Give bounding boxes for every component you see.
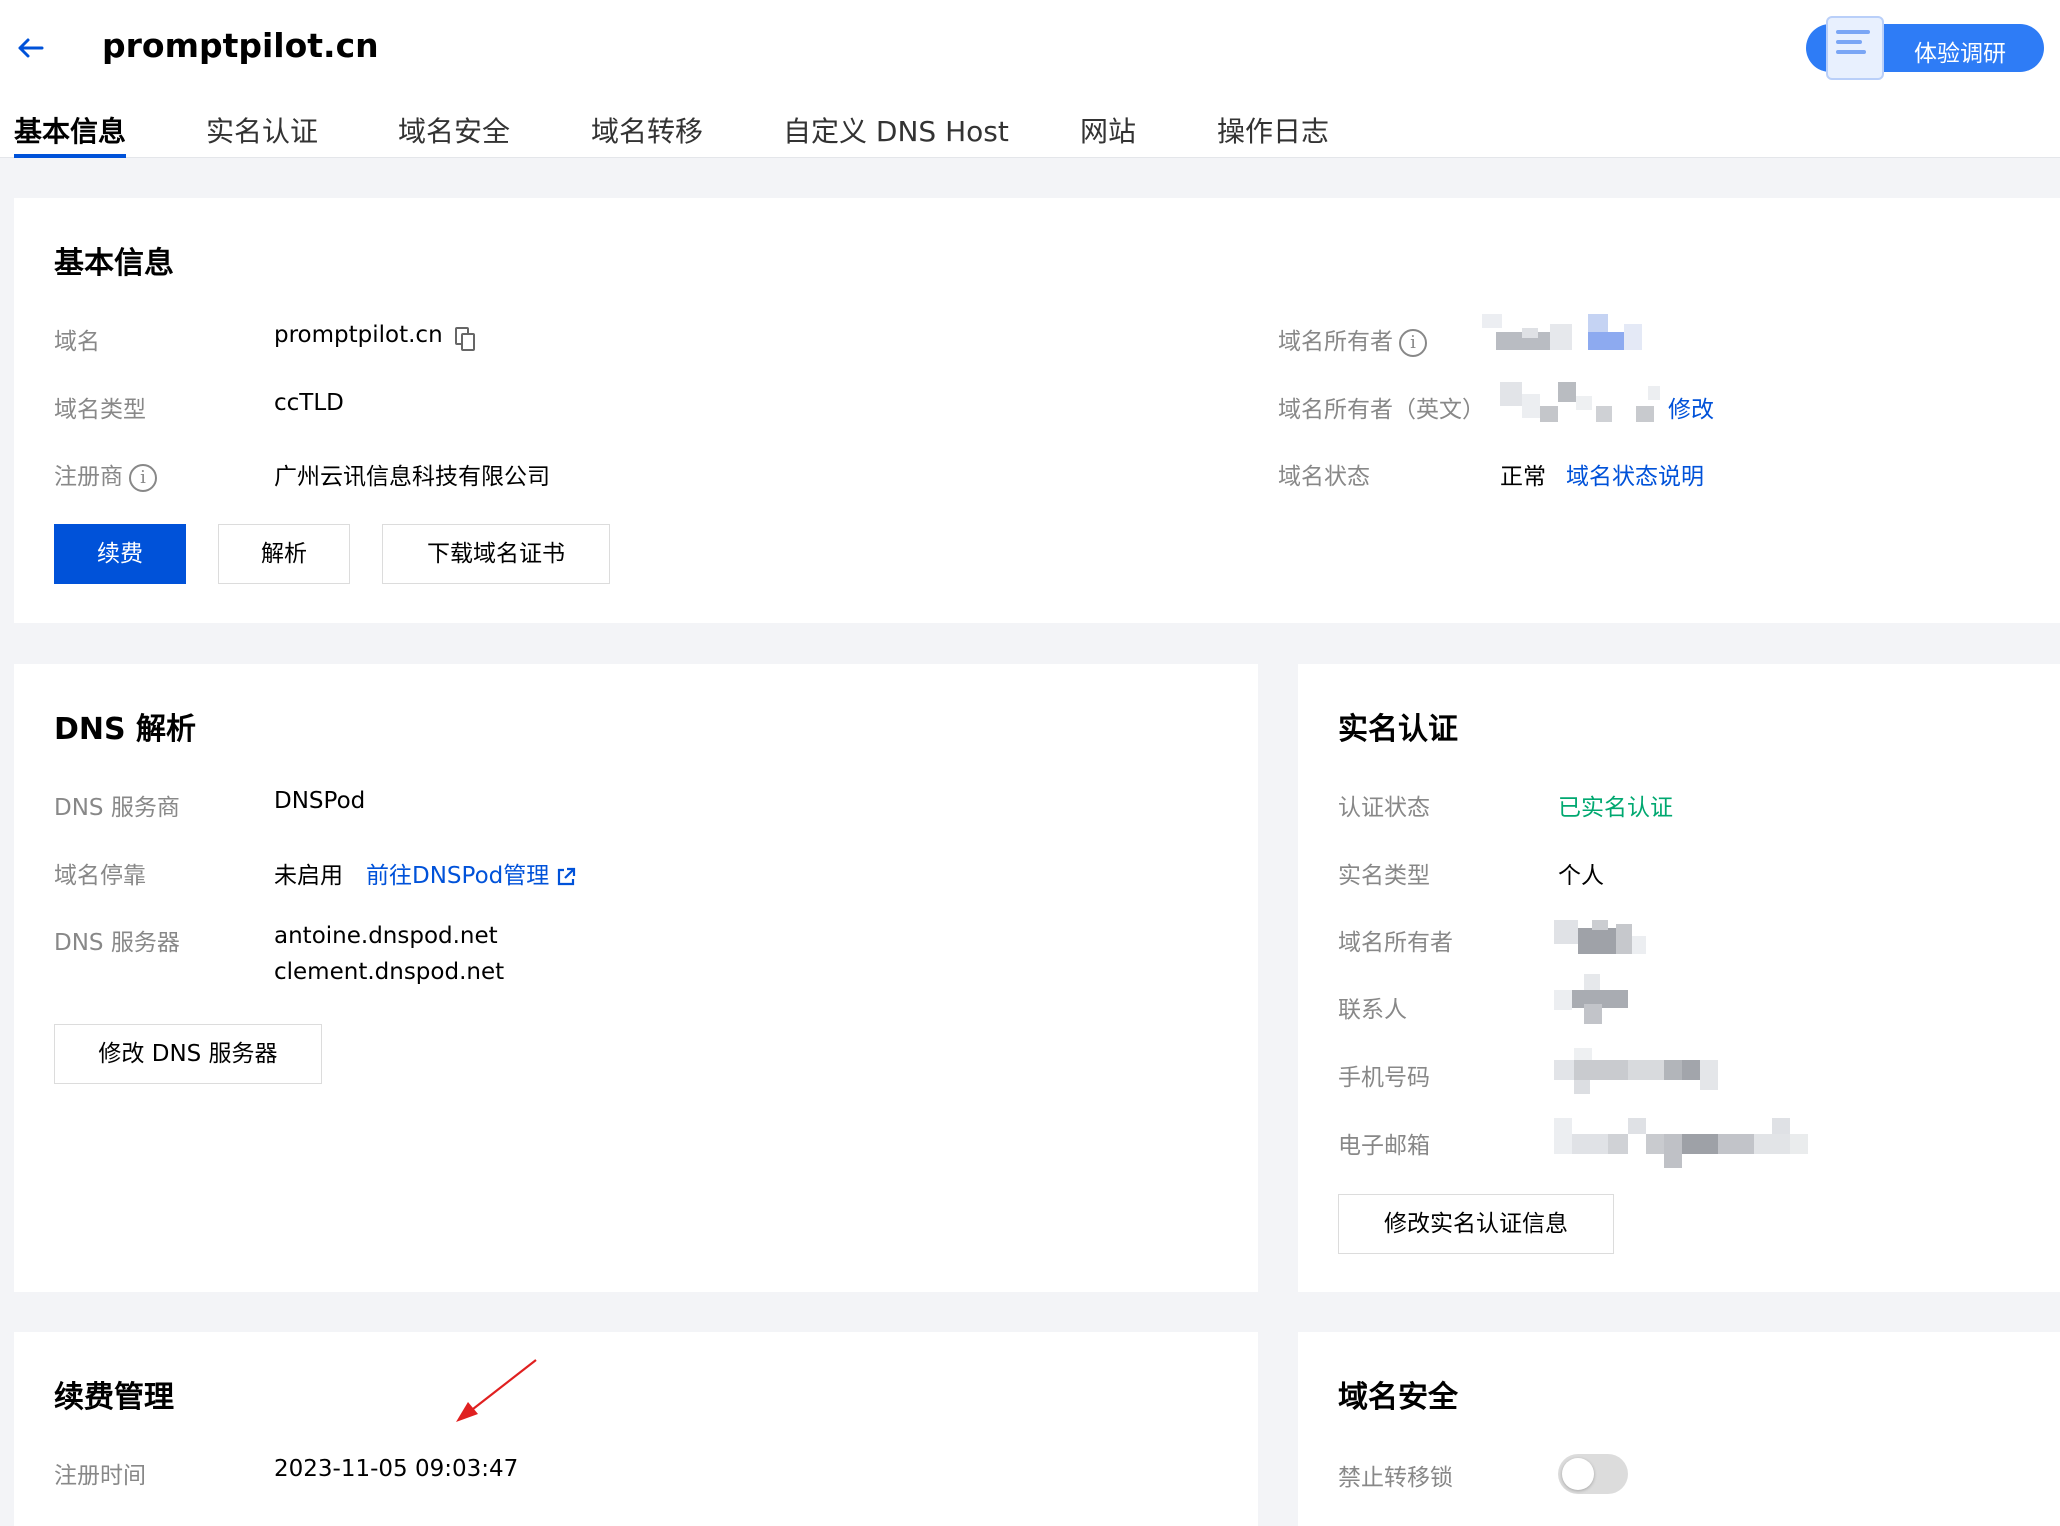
tab-domain-security[interactable]: 域名安全 bbox=[398, 110, 510, 150]
tab-custom-dns-host[interactable]: 自定义 DNS Host bbox=[783, 110, 1009, 150]
tab-basic-info[interactable]: 基本信息 bbox=[14, 110, 126, 150]
active-tab-indicator bbox=[14, 154, 126, 158]
register-time-value: 2023-11-05 09:03:47 bbox=[274, 1456, 519, 1482]
owner-en-redacted bbox=[1500, 382, 1660, 424]
email-label: 电子邮箱 bbox=[1338, 1133, 1430, 1159]
tab-real-name[interactable]: 实名认证 bbox=[206, 110, 318, 150]
transfer-lock-label: 禁止转移锁 bbox=[1338, 1465, 1453, 1491]
registrar-label-text: 注册商 bbox=[54, 464, 123, 490]
edit-real-name-button[interactable]: 修改实名认证信息 bbox=[1338, 1194, 1614, 1254]
domain-value: promptpilot.cn bbox=[274, 322, 475, 351]
dnspod-manage-text: 前往DNSPod管理 bbox=[366, 863, 550, 889]
card-title: 基本信息 bbox=[54, 246, 174, 281]
real-name-card: 实名认证 认证状态 已实名认证 实名类型 个人 域名所有者 联系人 手机号码 电… bbox=[1298, 664, 2060, 1292]
domain-type-value: ccTLD bbox=[274, 390, 344, 416]
survey-label: 体验调研 bbox=[1914, 41, 2006, 67]
external-link-icon bbox=[558, 867, 576, 885]
dns-server-2: clement.dnspod.net bbox=[274, 959, 505, 985]
card-title: 实名认证 bbox=[1338, 712, 1458, 747]
domain-text: promptpilot.cn bbox=[274, 322, 443, 348]
card-title: DNS 解析 bbox=[54, 712, 197, 747]
download-cert-button[interactable]: 下载域名证书 bbox=[382, 524, 610, 584]
top-bar: promptpilot.cn 体验调研 基本信息 实名认证 域名安全 域名转移 … bbox=[0, 0, 2060, 158]
renewal-card: 续费管理 注册时间 2023-11-05 09:03:47 bbox=[14, 1332, 1258, 1526]
domain-parking-value: 未启用 bbox=[274, 863, 343, 889]
dns-provider-value: DNSPod bbox=[274, 788, 366, 814]
edit-owner-link[interactable]: 修改 bbox=[1668, 390, 1714, 424]
email-redacted bbox=[1554, 1118, 1808, 1168]
register-time-label: 注册时间 bbox=[54, 1463, 146, 1489]
registrar-value: 广州云讯信息科技有限公司 bbox=[274, 464, 550, 490]
page-title: promptpilot.cn bbox=[102, 26, 379, 65]
owner-label: 域名所有者 i bbox=[1278, 322, 1427, 357]
auth-type-value: 个人 bbox=[1558, 863, 1604, 889]
tab-website[interactable]: 网站 bbox=[1080, 110, 1136, 150]
domain-status-help-link[interactable]: 域名状态说明 bbox=[1566, 457, 1704, 491]
domain-type-label: 域名类型 bbox=[54, 397, 146, 423]
survey-button[interactable]: 体验调研 bbox=[1806, 16, 2044, 80]
arrow-left-icon[interactable] bbox=[14, 32, 46, 64]
domain-label: 域名 bbox=[54, 329, 100, 355]
dns-provider-label: DNS 服务商 bbox=[54, 795, 180, 821]
owner-label-text: 域名所有者 bbox=[1278, 329, 1393, 355]
info-icon[interactable]: i bbox=[129, 463, 157, 492]
domain-status-value: 正常 bbox=[1500, 464, 1546, 490]
contact-redacted bbox=[1554, 974, 1630, 1024]
auth-status-value: 已实名认证 bbox=[1558, 795, 1673, 821]
rn-owner-redacted bbox=[1554, 920, 1646, 956]
domain-status-label: 域名状态 bbox=[1278, 464, 1370, 490]
phone-redacted bbox=[1554, 1048, 1718, 1096]
auth-status-label: 认证状态 bbox=[1338, 795, 1430, 821]
annotation-arrow-icon bbox=[456, 1359, 537, 1422]
edit-dns-servers-button[interactable]: 修改 DNS 服务器 bbox=[54, 1024, 322, 1084]
resolve-button[interactable]: 解析 bbox=[218, 524, 350, 584]
dns-server-1: antoine.dnspod.net bbox=[274, 923, 498, 949]
renew-button[interactable]: 续费 bbox=[54, 524, 186, 584]
domain-parking-label: 域名停靠 bbox=[54, 863, 146, 889]
phone-label: 手机号码 bbox=[1338, 1065, 1430, 1091]
copy-icon[interactable] bbox=[454, 326, 475, 351]
tab-operation-log[interactable]: 操作日志 bbox=[1217, 110, 1329, 150]
security-card: 域名安全 禁止转移锁 bbox=[1298, 1332, 2060, 1526]
owner-en-label: 域名所有者（英文） bbox=[1278, 397, 1485, 423]
transfer-lock-toggle[interactable] bbox=[1558, 1454, 1628, 1494]
dns-card: DNS 解析 DNS 服务商 DNSPod 域名停靠 未启用 前往DNSPod管… bbox=[14, 664, 1258, 1292]
document-icon bbox=[1826, 16, 1884, 80]
auth-type-label: 实名类型 bbox=[1338, 863, 1430, 889]
dns-servers-label: DNS 服务器 bbox=[54, 930, 180, 956]
owner-redacted bbox=[1482, 314, 1642, 360]
basic-info-card: 基本信息 域名 promptpilot.cn 域名类型 ccTLD 注册商 i 广… bbox=[14, 198, 2060, 623]
rn-owner-label: 域名所有者 bbox=[1338, 930, 1453, 956]
dnspod-manage-link[interactable]: 前往DNSPod管理 bbox=[366, 856, 577, 890]
card-title: 续费管理 bbox=[54, 1380, 174, 1415]
info-icon[interactable]: i bbox=[1399, 328, 1427, 357]
registrar-label: 注册商 i bbox=[54, 457, 157, 492]
tab-domain-transfer[interactable]: 域名转移 bbox=[591, 110, 703, 150]
card-title: 域名安全 bbox=[1338, 1380, 1458, 1415]
contact-label: 联系人 bbox=[1338, 997, 1407, 1023]
